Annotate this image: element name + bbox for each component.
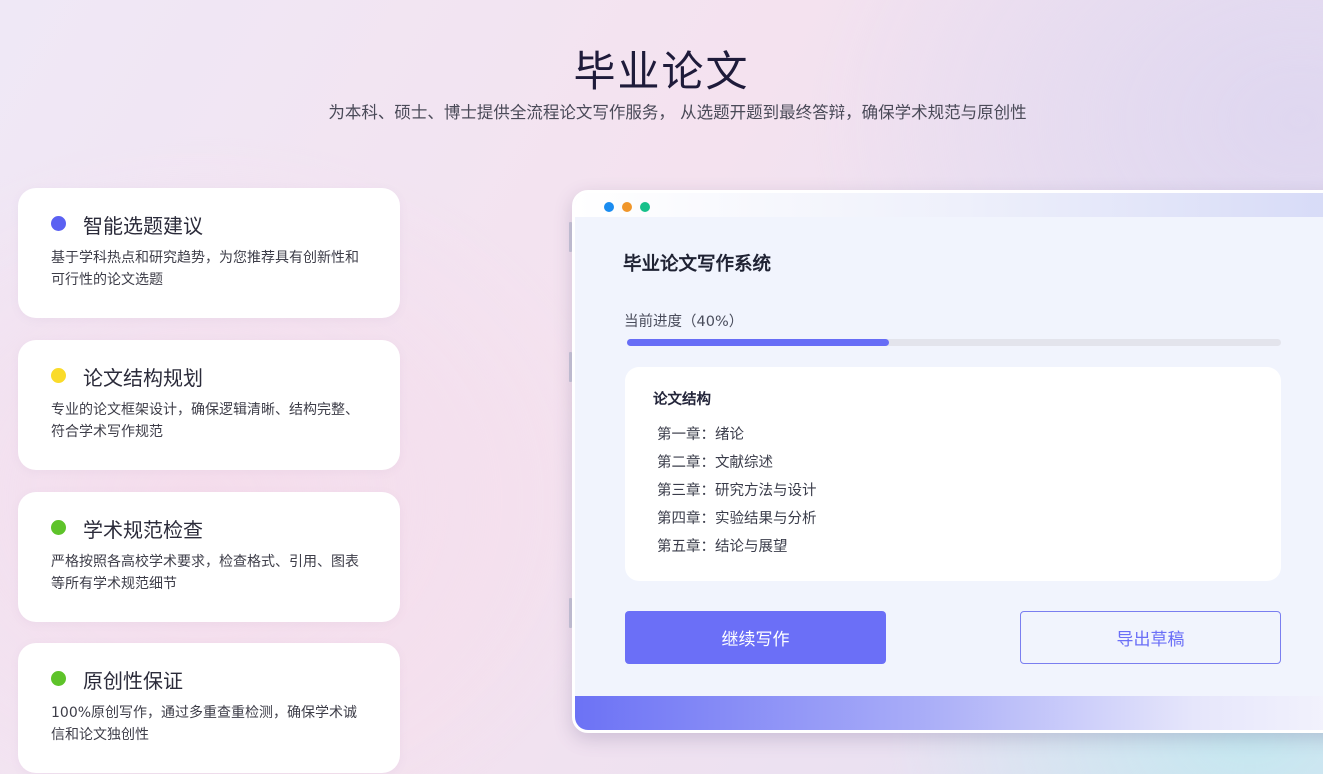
writing-system-window: 毕业论文写作系统 当前进度（40%） 论文结构 第一章：绪论 第二章：文献综述 … — [572, 190, 1323, 733]
feature-card-originality: 原创性保证 100%原创写作，通过多重查重检测，确保学术诚信和论文独创性 — [18, 643, 400, 773]
progress-bar-fill — [627, 339, 889, 346]
progress-bar — [627, 339, 1281, 346]
feature-card-norms: 学术规范检查 严格按照各高校学术要求，检查格式、引用、图表等所有学术规范细节 — [18, 492, 400, 622]
window-footer-bar — [575, 696, 1323, 730]
feature-title: 学术规范检查 — [83, 518, 203, 542]
feature-title: 论文结构规划 — [83, 366, 203, 390]
chapter-item: 第四章：实验结果与分析 — [657, 511, 817, 527]
structure-title: 论文结构 — [653, 392, 711, 408]
feature-title: 原创性保证 — [83, 669, 183, 693]
window-dot-green-icon — [640, 202, 650, 212]
bullet-dot-icon — [51, 216, 66, 231]
window-dot-blue-icon — [604, 202, 614, 212]
bullet-dot-icon — [51, 671, 66, 686]
feature-description: 100%原创写作，通过多重查重检测，确保学术诚信和论文独创性 — [51, 705, 358, 743]
window-title-bar — [575, 193, 1323, 217]
feature-description: 严格按照各高校学术要求，检查格式、引用、图表等所有学术规范细节 — [51, 554, 359, 592]
feature-card-topic: 智能选题建议 基于学科热点和研究趋势，为您推荐具有创新性和可行性的论文选题 — [18, 188, 400, 318]
chapter-item: 第一章：绪论 — [657, 427, 744, 443]
feature-title: 智能选题建议 — [83, 214, 203, 238]
bullet-dot-icon — [51, 368, 66, 383]
feature-description: 基于学科热点和研究趋势，为您推荐具有创新性和可行性的论文选题 — [51, 250, 359, 288]
export-draft-button[interactable]: 导出草稿 — [1020, 611, 1281, 664]
feature-card-structure: 论文结构规划 专业的论文框架设计，确保逻辑清晰、结构完整、符合学术写作规范 — [18, 340, 400, 470]
bullet-dot-icon — [51, 520, 66, 535]
progress-label: 当前进度（40%） — [624, 314, 744, 330]
system-title: 毕业论文写作系统 — [623, 254, 772, 275]
page-title: 毕业论文 — [573, 47, 750, 96]
continue-writing-button[interactable]: 继续写作 — [625, 611, 886, 664]
window-dot-orange-icon — [622, 202, 632, 212]
thesis-structure-card: 论文结构 第一章：绪论 第二章：文献综述 第三章：研究方法与设计 第四章：实验结… — [625, 367, 1281, 581]
page-subtitle: 为本科、硕士、博士提供全流程论文写作服务， 从选题开题到最终答辩，确保学术规范与… — [328, 103, 1027, 122]
feature-description: 专业的论文框架设计，确保逻辑清晰、结构完整、符合学术写作规范 — [51, 402, 359, 440]
chapter-item: 第二章：文献综述 — [657, 455, 773, 471]
chapter-item: 第五章：结论与展望 — [657, 539, 788, 555]
chapter-item: 第三章：研究方法与设计 — [657, 483, 817, 499]
